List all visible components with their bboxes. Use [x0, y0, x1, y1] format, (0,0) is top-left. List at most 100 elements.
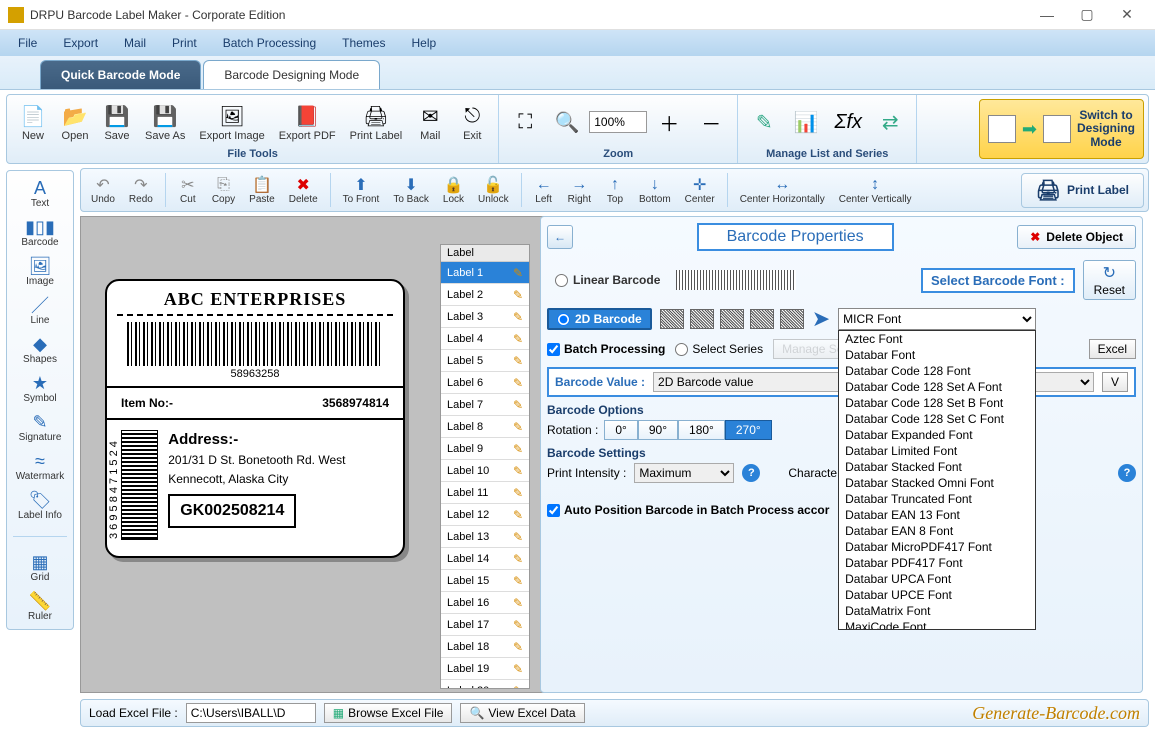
brand-link[interactable]: Generate-Barcode.com: [972, 703, 1140, 724]
menu-print[interactable]: Print: [160, 33, 209, 53]
label-row[interactable]: Label 10✎: [441, 460, 529, 482]
label-preview[interactable]: ABC ENTERPRISES 58963258 Item No:- 35689…: [105, 279, 405, 558]
tool-line[interactable]: ／Line: [10, 292, 70, 329]
label-row[interactable]: Label 4✎: [441, 328, 529, 350]
print-intensity-select[interactable]: Maximum: [634, 463, 734, 483]
delete-object-button[interactable]: ✖Delete Object: [1017, 225, 1136, 249]
tool-label-info[interactable]: 🏷Label Info: [10, 487, 70, 524]
tool-text[interactable]: AText: [10, 175, 70, 212]
manage-excel-button[interactable]: 📊: [786, 106, 826, 138]
open-button[interactable]: 📂Open: [55, 100, 95, 144]
tool-barcode[interactable]: ▮▯▮Barcode: [10, 214, 70, 251]
font-option[interactable]: Databar EAN 13 Font: [839, 507, 1035, 523]
delete-button[interactable]: ✖Delete: [283, 175, 324, 206]
center-button[interactable]: ✛Center: [679, 175, 721, 206]
new-button[interactable]: 📄New: [13, 100, 53, 144]
print-label-button[interactable]: 🖨Print Label: [1021, 173, 1144, 208]
label-row[interactable]: Label 3✎: [441, 306, 529, 328]
rotation-180-button[interactable]: 180°: [678, 420, 725, 440]
font-option[interactable]: Databar UPCA Font: [839, 571, 1035, 587]
label-row[interactable]: Label 14✎: [441, 548, 529, 570]
edit-icon[interactable]: ✎: [507, 596, 529, 610]
edit-icon[interactable]: ✎: [507, 420, 529, 434]
redo-button[interactable]: ↷Redo: [123, 175, 159, 206]
edit-icon[interactable]: ✎: [507, 662, 529, 676]
edit-icon[interactable]: ✎: [507, 530, 529, 544]
zoom-in-button[interactable]: ＋: [649, 106, 689, 138]
menu-mail[interactable]: Mail: [112, 33, 158, 53]
save-button[interactable]: 💾Save: [97, 100, 137, 144]
edit-icon[interactable]: ✎: [507, 508, 529, 522]
switch-mode-button[interactable]: ➡ Switch toDesigningMode: [979, 99, 1144, 159]
tab-quick-barcode[interactable]: Quick Barcode Mode: [40, 60, 201, 89]
manage-fx-button[interactable]: Σfx: [828, 106, 868, 138]
font-option[interactable]: Databar Expanded Font: [839, 427, 1035, 443]
edit-icon[interactable]: ✎: [507, 376, 529, 390]
edit-icon[interactable]: ✎: [507, 618, 529, 632]
zoom-out-button[interactable]: －: [691, 106, 731, 138]
font-option[interactable]: Databar Truncated Font: [839, 491, 1035, 507]
tool-symbol[interactable]: ★Symbol: [10, 370, 70, 407]
tab-designing-mode[interactable]: Barcode Designing Mode: [203, 60, 380, 89]
maximize-button[interactable]: ▢: [1067, 1, 1107, 29]
label-row[interactable]: Label 11✎: [441, 482, 529, 504]
font-option[interactable]: Aztec Font: [839, 331, 1035, 347]
label-row[interactable]: Label 16✎: [441, 592, 529, 614]
import-excel-button[interactable]: Excel: [1089, 339, 1136, 359]
close-button[interactable]: ✕: [1107, 1, 1147, 29]
edit-icon[interactable]: ✎: [507, 332, 529, 346]
radio-linear-barcode[interactable]: Linear Barcode: [547, 271, 668, 289]
manage-list-button[interactable]: ✎: [744, 106, 784, 138]
label-row[interactable]: Label 15✎: [441, 570, 529, 592]
auto-position-checkbox[interactable]: Auto Position Barcode in Batch Process a…: [547, 503, 829, 517]
exit-button[interactable]: ⎋Exit: [452, 100, 492, 144]
font-option[interactable]: Databar UPCE Font: [839, 587, 1035, 603]
lock-button[interactable]: 🔒Lock: [437, 175, 470, 206]
manage-swap-button[interactable]: ⇄: [870, 106, 910, 138]
copy-button[interactable]: ⎘Copy: [206, 175, 241, 206]
label-row[interactable]: Label 7✎: [441, 394, 529, 416]
edit-icon[interactable]: ✎: [507, 684, 529, 690]
excel-path-input[interactable]: [186, 703, 316, 723]
edit-icon[interactable]: ✎: [507, 486, 529, 500]
label-row[interactable]: Label 8✎: [441, 416, 529, 438]
cut-button[interactable]: ✂Cut: [172, 175, 204, 206]
batch-processing-checkbox[interactable]: Batch Processing: [547, 342, 665, 356]
font-option[interactable]: Databar PDF417 Font: [839, 555, 1035, 571]
top-button[interactable]: ↑Top: [599, 175, 631, 206]
to-front-button[interactable]: ⬆To Front: [337, 175, 386, 206]
zoom-combo[interactable]: [589, 111, 647, 133]
rotation-90-button[interactable]: 90°: [638, 420, 678, 440]
edit-icon[interactable]: ✎: [507, 266, 529, 280]
save-as-button[interactable]: 💾Save As: [139, 100, 191, 144]
font-option[interactable]: Databar Font: [839, 347, 1035, 363]
barcode-value-view-button[interactable]: V: [1102, 372, 1128, 392]
font-option[interactable]: Databar Code 128 Set A Font: [839, 379, 1035, 395]
export-image-button[interactable]: 🖼Export Image: [193, 100, 270, 144]
to-back-button[interactable]: ⬇To Back: [387, 175, 435, 206]
label-row[interactable]: Label 18✎: [441, 636, 529, 658]
zoom-fit-button[interactable]: ⛶: [505, 106, 545, 138]
menu-file[interactable]: File: [6, 33, 49, 53]
edit-icon[interactable]: ✎: [507, 288, 529, 302]
edit-icon[interactable]: ✎: [507, 464, 529, 478]
bottom-button[interactable]: ↓Bottom: [633, 175, 677, 206]
browse-excel-button[interactable]: ▦Browse Excel File: [324, 703, 453, 723]
view-excel-button[interactable]: 🔍View Excel Data: [460, 703, 584, 723]
rotation-270-button[interactable]: 270°: [725, 420, 772, 440]
label-row[interactable]: Label 5✎: [441, 350, 529, 372]
tool-signature[interactable]: ✎Signature: [10, 409, 70, 446]
label-row[interactable]: Label 6✎: [441, 372, 529, 394]
edit-icon[interactable]: ✎: [507, 354, 529, 368]
menu-batch-processing[interactable]: Batch Processing: [211, 33, 328, 53]
font-option[interactable]: Databar Limited Font: [839, 443, 1035, 459]
right-button[interactable]: →Right: [562, 175, 597, 206]
tool-ruler[interactable]: 📏Ruler: [10, 588, 70, 625]
font-option[interactable]: MaxiCode Font: [839, 619, 1035, 630]
menu-help[interactable]: Help: [399, 33, 448, 53]
label-row[interactable]: Label 19✎: [441, 658, 529, 680]
paste-button[interactable]: 📋Paste: [243, 175, 281, 206]
undo-button[interactable]: ↶Undo: [85, 175, 121, 206]
edit-icon[interactable]: ✎: [507, 640, 529, 654]
back-button[interactable]: ←: [547, 225, 573, 249]
